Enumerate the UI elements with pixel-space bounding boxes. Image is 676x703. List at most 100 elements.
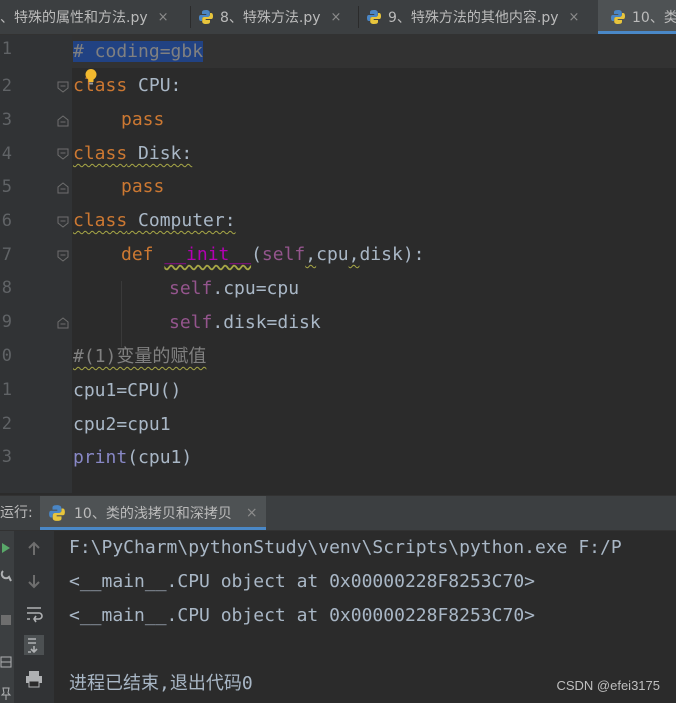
builtin-function: print <box>73 447 128 468</box>
layout-icon[interactable] <box>0 655 12 669</box>
comment-text: # coding=gbk <box>73 41 204 62</box>
arrow-up-icon[interactable] <box>24 539 44 559</box>
lightbulb-icon[interactable] <box>84 68 98 86</box>
watermark: CSDN @efei3175 <box>556 678 660 693</box>
code-token: cpu1=CPU() <box>73 380 182 401</box>
code-line-4: class Disk: <box>73 137 192 171</box>
code-line-13: print(cpu1) <box>73 441 192 475</box>
console-line: 进程已结束,退出代码0 <box>69 673 253 694</box>
line-number: 9 <box>1 312 12 332</box>
code-token: cpu2=cpu1 <box>73 414 171 435</box>
fold-open-icon[interactable] <box>57 81 69 93</box>
code-line-5: pass <box>121 170 164 204</box>
editor-tab-bar: 、特殊的属性和方法.py × 8、特殊方法.py × 9、特殊方法的其他内容.p… <box>0 0 676 35</box>
code-line-6: class Computer: <box>73 204 236 238</box>
code-line-7: def __init__(self,cpu,disk): <box>121 238 425 272</box>
line-number: 2 <box>1 414 12 434</box>
pin-icon[interactable] <box>0 687 12 701</box>
print-icon[interactable] <box>24 669 44 689</box>
code-token: disk): <box>359 244 425 265</box>
python-file-icon <box>367 10 381 24</box>
fold-open-icon[interactable] <box>57 216 69 228</box>
keyword: def <box>121 244 165 265</box>
close-icon[interactable]: × <box>246 505 258 521</box>
code-line-9: self.disk=disk <box>169 306 321 340</box>
tab-special-methods[interactable]: 8、特殊方法.py × <box>198 0 358 34</box>
fold-open-icon[interactable] <box>57 148 69 160</box>
arrow-down-icon[interactable] <box>24 571 44 591</box>
line-number: 3 <box>1 110 12 130</box>
tab-label: 、特殊的属性和方法.py <box>0 10 148 26</box>
run-tool-header: 运行: 10、类的浅拷贝和深拷贝 × <box>0 495 676 531</box>
keyword: class <box>73 143 128 164</box>
run-console[interactable]: F:\PyCharm\pythonStudy\venv\Scripts\pyth… <box>0 531 676 703</box>
dunder-method: __init__ <box>164 244 252 265</box>
class-name: Disk: <box>127 143 193 164</box>
run-toolbar-left <box>0 531 14 703</box>
python-file-icon <box>199 10 213 24</box>
code-line-11: cpu1=CPU() <box>73 374 181 408</box>
keyword: pass <box>121 109 165 130</box>
code-line-3: pass <box>121 103 164 137</box>
self-token: self <box>169 312 213 333</box>
self-token: self <box>261 244 306 265</box>
fold-close-icon[interactable] <box>57 115 69 127</box>
run-label: 运行: <box>0 505 33 521</box>
line-number: 7 <box>1 245 12 265</box>
python-file-icon <box>49 505 65 521</box>
line-number: 8 <box>1 278 12 298</box>
code-token: cpu <box>316 244 349 265</box>
code-line-8: self.cpu=cpu <box>169 272 299 306</box>
run-tab-label: 10、类的浅拷贝和深拷贝 <box>74 506 232 522</box>
fold-close-icon[interactable] <box>57 317 69 329</box>
fold-close-icon[interactable] <box>57 182 69 194</box>
stop-icon[interactable] <box>0 613 12 627</box>
line-number: 0 <box>1 346 12 366</box>
line-number: 5 <box>1 177 12 197</box>
indent-guide <box>121 281 122 347</box>
tab-label: 9、特殊方法的其他内容.py <box>388 10 559 26</box>
soft-wrap-icon[interactable] <box>24 603 44 623</box>
tab-label: 10、类 <box>632 10 676 26</box>
line-number: 4 <box>1 144 12 164</box>
code-token: .cpu=cpu <box>212 278 300 299</box>
python-file-icon <box>611 10 625 24</box>
run-tab[interactable]: 10、类的浅拷贝和深拷贝 × <box>40 496 266 530</box>
code-token: , <box>305 244 317 265</box>
tab-special-attributes[interactable]: 、特殊的属性和方法.py × <box>0 0 190 34</box>
line-number: 3 <box>1 447 12 467</box>
comment-text: #(1)变量的赋值 <box>73 346 207 367</box>
line-number: 1 <box>1 380 12 400</box>
close-icon[interactable]: × <box>158 10 169 25</box>
run-toolbar <box>14 531 54 703</box>
code-token: ( <box>251 244 262 265</box>
line-number: 6 <box>1 211 12 231</box>
line-number: 1 <box>1 39 12 59</box>
keyword: class <box>73 75 128 96</box>
console-line: <__main__.CPU object at 0x00000228F8253C… <box>69 605 535 626</box>
tab-shallow-deep-copy[interactable]: 10、类 <box>598 0 676 34</box>
line-number: 2 <box>1 76 12 96</box>
line-number-gutter: 1 2 3 4 5 6 7 8 9 0 1 2 3 <box>0 35 72 493</box>
keyword: class <box>73 210 128 231</box>
close-icon[interactable]: × <box>331 10 342 25</box>
scroll-to-end-icon[interactable] <box>24 635 44 655</box>
code-line-12: cpu2=cpu1 <box>73 408 171 442</box>
close-icon[interactable]: × <box>569 10 580 25</box>
code-token: (cpu1) <box>127 447 193 468</box>
class-name: CPU: <box>127 75 182 96</box>
code-line-1: # coding=gbk <box>73 35 204 69</box>
console-line: F:\PyCharm\pythonStudy\venv\Scripts\pyth… <box>69 537 622 558</box>
self-token: self <box>169 278 213 299</box>
rerun-icon[interactable] <box>0 541 12 555</box>
fold-open-icon[interactable] <box>57 250 69 262</box>
class-name: Computer: <box>127 210 236 231</box>
tab-label: 8、特殊方法.py <box>220 10 321 26</box>
console-line: <__main__.CPU object at 0x00000228F8253C… <box>69 571 535 592</box>
wrench-icon[interactable] <box>0 569 12 583</box>
code-editor[interactable]: 1 2 3 4 5 6 7 8 9 0 1 2 3 # coding=gbk c… <box>0 35 676 493</box>
code-token: , <box>348 244 360 265</box>
tab-special-methods-other[interactable]: 9、特殊方法的其他内容.py × <box>366 0 596 34</box>
keyword: pass <box>121 176 165 197</box>
code-line-10: #(1)变量的赋值 <box>73 340 206 374</box>
